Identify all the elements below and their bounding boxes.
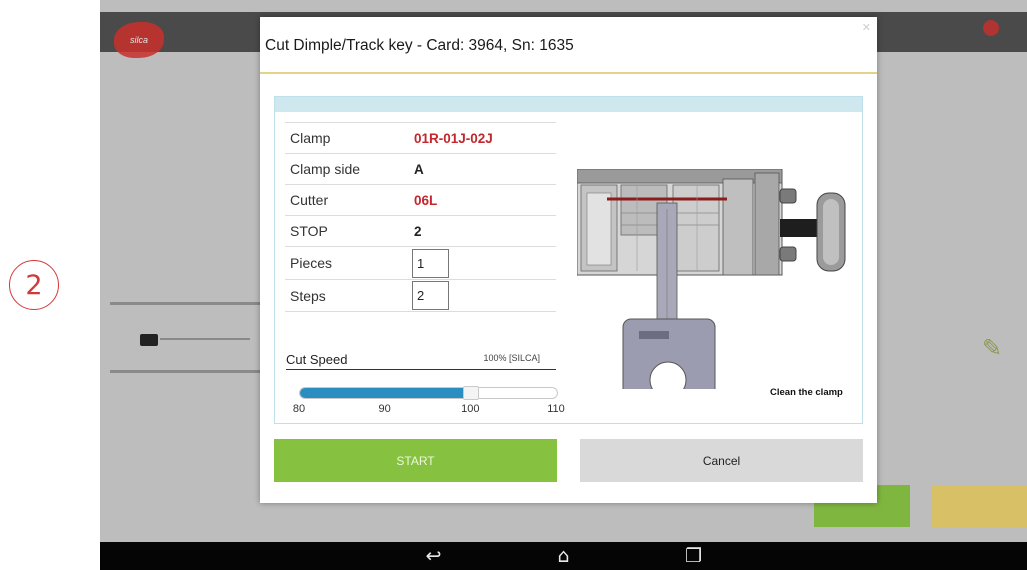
- background-key-blade: [160, 338, 250, 340]
- background-app-logo: silca: [114, 22, 164, 58]
- cut-speed-slider-thumb[interactable]: [463, 386, 479, 400]
- param-value: 01R-01J-02J: [414, 130, 493, 146]
- background-key-head: [140, 334, 158, 346]
- cut-key-dialog: Cut Dimple/Track key - Card: 3964, Sn: 1…: [260, 17, 877, 503]
- cut-parameters-panel: Clamp 01R-01J-02J Clamp side A Cutter 06…: [274, 96, 863, 424]
- speed-tick-label: 110: [547, 403, 565, 415]
- cut-speed-header: Cut Speed 100% [SILCA]: [286, 352, 556, 370]
- background-key-profile: [110, 302, 260, 305]
- pieces-label: Pieces: [290, 255, 333, 271]
- param-row-cutter: Cutter 06L: [285, 184, 556, 215]
- close-icon[interactable]: ✕: [862, 21, 871, 34]
- background-keys-icon: ✎: [982, 335, 1003, 362]
- cut-speed-slider-fill: [300, 388, 471, 398]
- recents-icon[interactable]: ❐: [679, 545, 709, 567]
- panel-header-bar: [275, 97, 862, 112]
- background-yellow-button: [932, 485, 1027, 527]
- home-icon[interactable]: ⌂: [549, 545, 579, 567]
- param-label: Clamp: [290, 130, 331, 146]
- clamp-key-illustration: [577, 169, 846, 389]
- title-divider: [260, 72, 877, 74]
- background-info-block: [122, 66, 124, 108]
- param-row-pieces: Pieces: [285, 246, 556, 279]
- android-navigation-bar: ↩ ⌂ ❐: [100, 542, 1027, 570]
- cancel-button[interactable]: Cancel: [580, 439, 863, 482]
- param-value: 06L: [414, 192, 438, 208]
- param-value: 2: [414, 223, 422, 239]
- back-icon[interactable]: ↩: [419, 545, 449, 567]
- param-label: Clamp side: [290, 161, 361, 177]
- background-key-profile-2: [110, 370, 260, 373]
- speed-tick-label: 80: [292, 403, 306, 415]
- cut-speed-slider[interactable]: [299, 386, 558, 400]
- param-value: A: [414, 161, 424, 177]
- parameters-table: Clamp 01R-01J-02J Clamp side A Cutter 06…: [285, 122, 556, 312]
- image-caption: Clean the clamp: [770, 387, 843, 398]
- start-button[interactable]: START: [274, 439, 557, 482]
- dialog-title: Cut Dimple/Track key - Card: 3964, Sn: 1…: [265, 37, 574, 54]
- param-label: STOP: [290, 223, 328, 239]
- tablet-screen: silca ✎ Cut Dimple/Track key - Card: 396…: [100, 0, 1027, 570]
- speed-tick-label: 90: [378, 403, 391, 415]
- speed-tick-label: 100: [461, 403, 480, 415]
- param-label: Cutter: [290, 192, 329, 208]
- background-status-icon: [983, 20, 999, 36]
- param-row-clamp: Clamp 01R-01J-02J: [285, 122, 556, 153]
- cut-speed-label: Cut Speed: [286, 352, 348, 367]
- cut-speed-value: 100% [SILCA]: [483, 353, 540, 363]
- steps-label: Steps: [290, 287, 326, 304]
- pieces-input[interactable]: [412, 248, 449, 278]
- param-row-steps: Steps: [285, 279, 556, 312]
- param-row-stop: STOP 2: [285, 215, 556, 246]
- param-row-clamp-side: Clamp side A: [285, 153, 556, 184]
- steps-input[interactable]: [412, 281, 449, 310]
- step-number-marker: 2: [9, 260, 59, 310]
